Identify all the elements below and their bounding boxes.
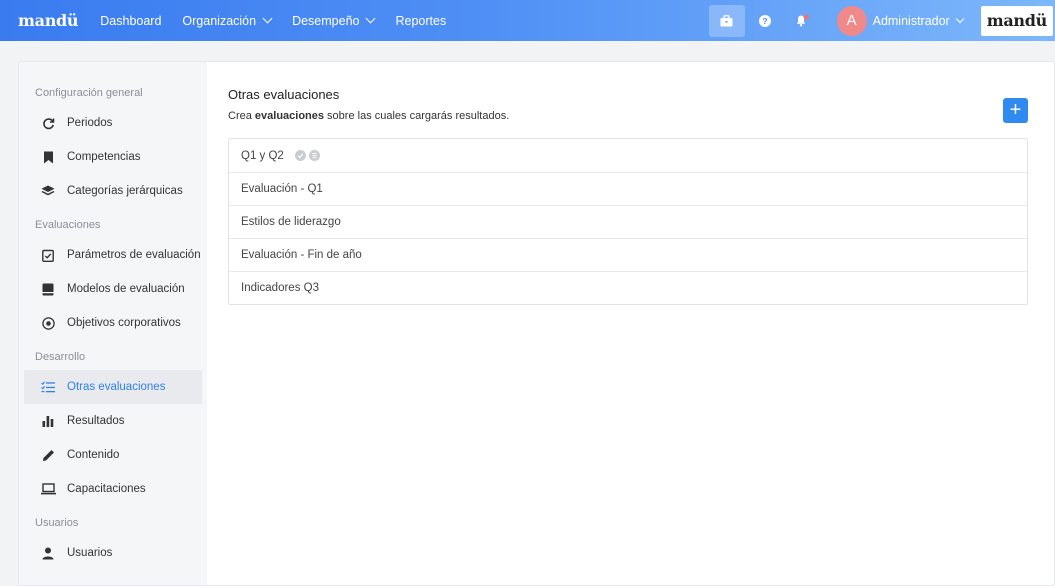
laptop-icon	[40, 481, 56, 497]
sidebar-section-title: Evaluaciones	[35, 219, 101, 231]
top-right-actions: ? A Administrador mandü	[708, 0, 1055, 41]
sidebar-section-title: Usuarios	[35, 517, 79, 529]
list-item-label: Evaluación - Q1	[241, 183, 323, 195]
list-check-icon	[40, 379, 56, 395]
chevron-down-icon	[262, 13, 273, 24]
nav-organizacion-label: Organización	[182, 13, 257, 28]
list-item-label: Estilos de liderazgo	[241, 216, 341, 228]
page-title: Otras evaluaciones	[228, 87, 340, 102]
book-icon	[40, 281, 56, 297]
sidebar-item-usuarios[interactable]: Usuarios	[24, 536, 202, 570]
chevron-down-icon	[955, 14, 964, 23]
bell-icon	[796, 14, 809, 27]
sidebar-item-competencias[interactable]: Competencias	[24, 140, 202, 174]
sidebar-item-parametros[interactable]: Parámetros de evaluación	[24, 238, 202, 272]
sidebar-item-label: Contenido	[67, 449, 120, 461]
list-item-label: Evaluación - Fin de año	[241, 249, 362, 261]
sidebar-item-label: Modelos de evaluación	[67, 283, 185, 295]
layers-icon	[40, 183, 56, 199]
sidebar-item-label: Otras evaluaciones	[67, 381, 166, 393]
user-menu[interactable]: Administrador	[872, 13, 964, 28]
sidebar-item-label: Periodos	[67, 117, 113, 129]
sidebar-item-categorias[interactable]: Categorías jerárquicas	[24, 174, 202, 208]
sidebar-item-otras-evaluaciones[interactable]: Otras evaluaciones	[24, 370, 202, 404]
bookmark-icon	[40, 149, 56, 165]
briefcase-button[interactable]	[708, 4, 745, 37]
list-item-label: Indicadores Q3	[241, 282, 319, 294]
page-subtitle: Crea evaluaciones sobre las cuales carga…	[228, 110, 509, 122]
sidebar-item-label: Parámetros de evaluación	[67, 249, 201, 261]
subtitle-text: Crea	[228, 110, 255, 122]
sidebar-item-contenido[interactable]: Contenido	[24, 438, 202, 472]
notifications-button[interactable]	[785, 5, 821, 37]
user-icon	[40, 545, 56, 561]
sidebar-item-objetivos[interactable]: Objetivos corporativos	[24, 306, 202, 340]
sidebar-item-label: Resultados	[67, 415, 125, 427]
sidebar-item-label: Competencias	[67, 151, 141, 163]
nav-dashboard[interactable]: Dashboard	[100, 14, 161, 28]
svg-text:?: ?	[762, 16, 767, 26]
sidebar-item-resultados[interactable]: Resultados	[24, 404, 202, 438]
sidebar-item-modelos[interactable]: Modelos de evaluación	[24, 272, 202, 306]
nav-reportes[interactable]: Reportes	[395, 14, 446, 28]
sidebar-item-label: Objetivos corporativos	[67, 317, 181, 329]
subtitle-bold-text: evaluaciones	[254, 110, 324, 122]
list-item-label: Q1 y Q2	[241, 149, 284, 162]
nav-organizacion[interactable]: Organización	[182, 13, 273, 28]
company-logo: mandü	[980, 5, 1053, 36]
refresh-icon	[40, 115, 56, 131]
sidebar-section-title: Configuración general	[35, 87, 143, 99]
list-item[interactable]: Q1 y Q2	[229, 139, 1027, 172]
pencil-icon	[40, 447, 56, 463]
row-badges	[292, 150, 320, 161]
avatar[interactable]: A	[836, 5, 867, 36]
sidebar-item-label: Usuarios	[67, 547, 113, 559]
main-content: Otras evaluaciones Crea evaluaciones sob…	[228, 62, 1054, 585]
user-name-label: Administrador	[872, 13, 950, 28]
nav-desempeno[interactable]: Desempeño	[292, 13, 376, 28]
bar-chart-icon	[40, 413, 56, 429]
main-card: Configuración general Periodos Competenc…	[18, 61, 1055, 586]
chevron-down-icon	[366, 13, 376, 24]
clipboard-check-icon	[40, 247, 56, 263]
list-item[interactable]: Estilos de liderazgo	[229, 205, 1027, 238]
sidebar-section-title: Desarrollo	[35, 351, 86, 363]
nav-desempeno-label: Desempeño	[292, 13, 360, 28]
list-item[interactable]: Indicadores Q3	[229, 271, 1027, 304]
add-evaluation-button[interactable]: +	[1003, 98, 1028, 123]
sidebar-item-label: Categorías jerárquicas	[67, 185, 183, 197]
list-item[interactable]: Evaluación - Fin de año	[229, 238, 1027, 271]
briefcase-icon	[720, 14, 733, 26]
sidebar-item-capacitaciones[interactable]: Capacitaciones	[24, 472, 202, 506]
help-button[interactable]: ?	[747, 5, 783, 37]
sidebar-item-label: Capacitaciones	[67, 483, 146, 495]
nav-dashboard-label: Dashboard	[100, 13, 162, 28]
top-navbar: mandü Dashboard Organización Desempeño R…	[0, 0, 1055, 41]
nav-reportes-label: Reportes	[395, 13, 447, 28]
evaluations-list: Q1 y Q2 Evaluación - Q1 Estilos de lider…	[228, 138, 1028, 305]
help-icon: ?	[758, 14, 771, 27]
check-badge-icon	[294, 150, 306, 161]
brand-logo[interactable]: mandü	[18, 11, 79, 30]
sidebar: Configuración general Periodos Competenc…	[19, 62, 207, 585]
subtitle-text: sobre las cuales cargarás resultados.	[324, 110, 510, 122]
sidebar-item-periodos[interactable]: Periodos	[24, 106, 202, 140]
list-item[interactable]: Evaluación - Q1	[229, 172, 1027, 205]
target-icon	[40, 315, 56, 331]
doc-badge-icon	[308, 150, 320, 161]
